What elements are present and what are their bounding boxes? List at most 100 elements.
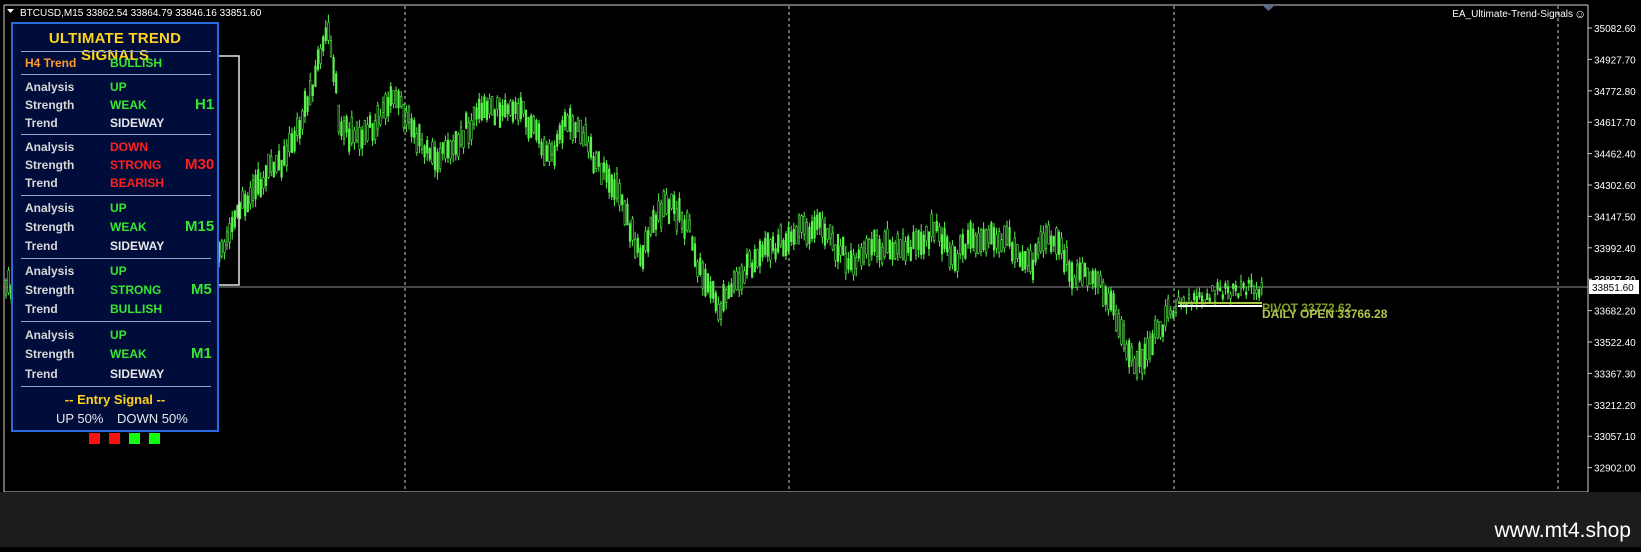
candle-body <box>732 271 736 292</box>
candle-body <box>805 222 808 246</box>
candle-body <box>368 115 372 128</box>
candle-body <box>355 121 359 142</box>
m5-analysis-value: UP <box>110 264 127 278</box>
price-tick-label: 32902.00 <box>1594 464 1636 475</box>
candle-body <box>270 156 273 173</box>
price-tick-label: 33212.20 <box>1594 401 1636 412</box>
candle-body <box>1063 250 1066 273</box>
candle-body <box>972 228 975 249</box>
candle-body <box>1221 294 1224 300</box>
candle-body <box>571 115 574 141</box>
candle-body <box>657 200 660 221</box>
candle-body <box>579 119 582 144</box>
candle-body <box>735 270 738 291</box>
candle-body <box>875 235 879 257</box>
candle-body <box>348 128 351 152</box>
candle-body <box>1008 227 1011 247</box>
candle-body <box>927 231 931 250</box>
candle-body <box>537 123 541 144</box>
candle-body <box>1250 279 1253 287</box>
candle-body <box>626 203 629 226</box>
signal-box-green <box>129 433 140 444</box>
candle-body <box>1109 290 1113 311</box>
divider <box>21 258 211 259</box>
signal-box-green <box>149 433 160 444</box>
current-price-label: 33851.60 <box>1592 283 1634 294</box>
candle-body <box>709 281 712 299</box>
candle-body <box>420 139 424 150</box>
candle-body <box>1083 262 1087 277</box>
candle-body <box>652 209 655 233</box>
candle-body <box>662 190 665 217</box>
smiley-icon: ☺ <box>1574 7 1586 21</box>
m5-trend-label: Trend <box>25 302 58 316</box>
candle-body <box>574 122 577 139</box>
candle-body <box>402 104 405 128</box>
candle-body <box>587 141 590 153</box>
candle-body <box>540 141 543 156</box>
candle-body <box>644 230 647 251</box>
candle-body <box>764 237 767 255</box>
candle-body <box>257 169 260 195</box>
candle-body <box>1143 343 1146 369</box>
candle-body <box>740 265 743 290</box>
candle-body <box>225 231 229 246</box>
h1-trend-label: Trend <box>25 116 58 130</box>
candle-body <box>1120 319 1123 345</box>
candle-body <box>1177 296 1180 302</box>
candle-body <box>1099 274 1102 286</box>
price-chart[interactable]: PIVOT 33772.62 DAILY OPEN 33766.28 35082… <box>0 0 1641 547</box>
candle-body <box>535 120 538 141</box>
candle-body <box>563 112 567 127</box>
candle-body <box>600 163 603 185</box>
menu-arrow-icon[interactable] <box>7 9 14 13</box>
candle-body <box>660 202 663 228</box>
candle-body <box>488 98 491 115</box>
candle-body <box>1208 297 1211 302</box>
candle-body <box>314 65 317 87</box>
candle-body <box>397 90 400 108</box>
m15-analysis-label: Analysis <box>25 201 75 215</box>
candle-body <box>418 124 421 147</box>
candle-body <box>852 254 855 276</box>
candle-body <box>244 193 247 217</box>
h1-timeframe-label: H1 <box>195 96 215 113</box>
candle-body <box>1031 259 1035 281</box>
candle-body <box>738 272 741 291</box>
chart-shift-marker[interactable] <box>1262 5 1275 11</box>
candle-body <box>454 130 457 155</box>
candle-body <box>797 214 801 238</box>
candle-body <box>405 111 408 126</box>
candle-body <box>808 226 811 244</box>
candle-body <box>1174 305 1178 313</box>
candle-body <box>888 239 892 259</box>
candle-body <box>667 199 671 224</box>
candle-body <box>1130 346 1133 362</box>
m15-trend-label: Trend <box>25 239 58 253</box>
candle-body <box>969 221 972 249</box>
candle-body <box>1029 249 1032 272</box>
candle-body <box>615 173 619 199</box>
price-tick-label: 35082.60 <box>1594 24 1636 35</box>
candle-body <box>654 214 658 230</box>
candle-body <box>678 198 681 221</box>
candle-body <box>280 159 283 178</box>
candle-body <box>272 162 275 178</box>
candle-body <box>818 212 821 228</box>
candle-body <box>618 182 621 206</box>
candle-body <box>457 133 460 157</box>
candle-body <box>901 233 905 260</box>
candle-body <box>1193 292 1196 301</box>
candle-body <box>907 236 910 254</box>
candle-body <box>592 156 595 174</box>
m5-analysis-label: Analysis <box>25 264 75 278</box>
divider <box>21 134 211 135</box>
candle-body <box>725 289 728 303</box>
candle-body <box>1229 293 1232 299</box>
divider <box>21 195 211 196</box>
candle-body <box>1070 262 1074 289</box>
candle-body <box>332 56 335 82</box>
candle-body <box>886 228 889 253</box>
candle-body <box>779 224 782 246</box>
candle-body <box>1034 244 1037 263</box>
